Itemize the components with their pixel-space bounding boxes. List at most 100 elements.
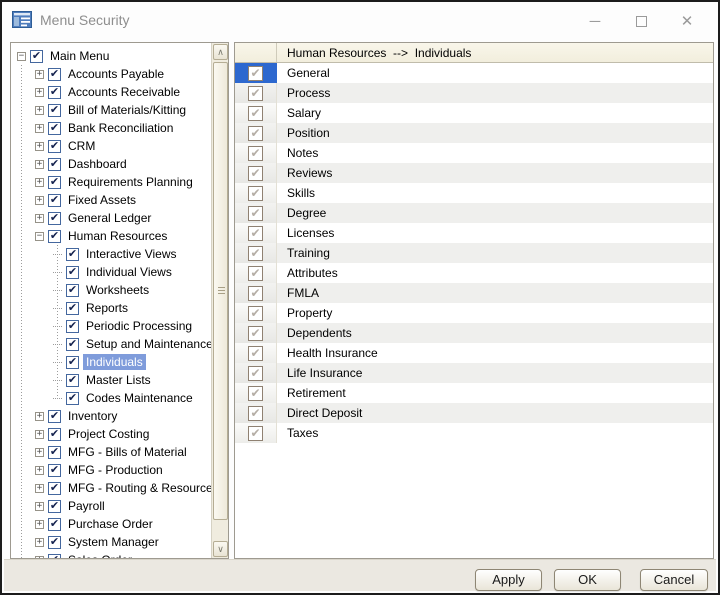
detail-row-licenses[interactable]: ✔Licenses bbox=[235, 223, 713, 243]
detail-checkbox-cell[interactable]: ✔ bbox=[235, 203, 277, 223]
tree-item-mfg-bills-of-material[interactable]: +✔MFG - Bills of Material bbox=[11, 443, 211, 461]
tree-checkbox-mfg-routing-resources[interactable]: ✔ bbox=[48, 482, 61, 495]
tree-label-worksheets[interactable]: Worksheets bbox=[83, 282, 152, 298]
ok-button[interactable]: OK bbox=[554, 569, 621, 591]
tree-item-inventory[interactable]: +✔Inventory bbox=[11, 407, 211, 425]
tree-item-mfg-production[interactable]: + ✔ MFG - Production bbox=[11, 461, 211, 479]
tree-label-system-manager[interactable]: System Manager bbox=[65, 534, 162, 550]
detail-checkbox-dependents[interactable]: ✔ bbox=[248, 326, 263, 341]
tree-checkbox-periodic-processing[interactable]: ✔ bbox=[66, 320, 79, 333]
detail-checkbox-cell[interactable]: ✔ bbox=[235, 183, 277, 203]
detail-checkbox-cell[interactable]: ✔ bbox=[235, 283, 277, 303]
tree-item-sales-order[interactable]: +✔Sales Order bbox=[11, 551, 211, 558]
tree-item-master-lists[interactable]: ✔Master Lists bbox=[11, 371, 211, 389]
tree-label-sales-order[interactable]: Sales Order bbox=[65, 552, 135, 558]
tree-checkbox-payroll[interactable]: ✔ bbox=[48, 500, 61, 513]
tree-item-dashboard[interactable]: +✔Dashboard bbox=[11, 155, 211, 173]
tree-label-payroll[interactable]: Payroll bbox=[65, 498, 108, 514]
tree-label-purchase-order[interactable]: Purchase Order bbox=[65, 516, 156, 532]
tree-item-project-costing[interactable]: + ✔ Project Costing bbox=[11, 425, 211, 443]
tree-item-setup-and-maintenance[interactable]: ✔Setup and Maintenance bbox=[11, 335, 211, 353]
tree-checkbox-crm[interactable]: ✔ bbox=[48, 140, 61, 153]
detail-checkbox-cell[interactable]: ✔ bbox=[235, 103, 277, 123]
tree-checkbox-system-manager[interactable]: ✔ bbox=[48, 536, 61, 549]
expand-icon[interactable]: + bbox=[35, 502, 44, 511]
detail-row-life-insurance[interactable]: ✔Life Insurance bbox=[235, 363, 713, 383]
detail-checkbox-fmla[interactable]: ✔ bbox=[248, 286, 263, 301]
detail-row-general[interactable]: ✔General bbox=[235, 63, 713, 83]
expand-icon[interactable]: + bbox=[35, 124, 44, 133]
tree-item-reports[interactable]: ✔ Reports bbox=[11, 299, 211, 317]
detail-row-training[interactable]: ✔Training bbox=[235, 243, 713, 263]
detail-checkbox-cell[interactable]: ✔ bbox=[235, 83, 277, 103]
tree-item-human-resources[interactable]: −✔Human Resources bbox=[11, 227, 211, 245]
detail-row-retirement[interactable]: ✔Retirement bbox=[235, 383, 713, 403]
detail-checkbox-salary[interactable]: ✔ bbox=[248, 106, 263, 121]
tree-label-human-resources[interactable]: Human Resources bbox=[65, 228, 170, 244]
tree-item-worksheets[interactable]: ✔ Worksheets bbox=[11, 281, 211, 299]
tree-checkbox-fixed-assets[interactable]: ✔ bbox=[48, 194, 61, 207]
detail-row-position[interactable]: ✔Position bbox=[235, 123, 713, 143]
close-button[interactable]: ✕ bbox=[664, 6, 710, 36]
detail-checkbox-cell[interactable]: ✔ bbox=[235, 163, 277, 183]
tree-label-mfg-bills-of-material[interactable]: MFG - Bills of Material bbox=[65, 444, 190, 460]
detail-row-salary[interactable]: ✔Salary bbox=[235, 103, 713, 123]
detail-checkbox-health-insurance[interactable]: ✔ bbox=[248, 346, 263, 361]
detail-checkbox-position[interactable]: ✔ bbox=[248, 126, 263, 141]
tree-checkbox-dashboard[interactable]: ✔ bbox=[48, 158, 61, 171]
tree-label-inventory[interactable]: Inventory bbox=[65, 408, 120, 424]
tree-item-requirements-planning[interactable]: +✔Requirements Planning bbox=[11, 173, 211, 191]
tree-checkbox-human-resources[interactable]: ✔ bbox=[48, 230, 61, 243]
tree-item-individuals[interactable]: ✔Individuals bbox=[11, 353, 211, 371]
tree-item-mfg-routing-resources[interactable]: +✔MFG - Routing & Resources bbox=[11, 479, 211, 497]
expand-icon[interactable]: + bbox=[35, 430, 44, 439]
tree-label-setup-and-maintenance[interactable]: Setup and Maintenance bbox=[83, 336, 211, 352]
detail-checkbox-cell[interactable]: ✔ bbox=[235, 403, 277, 423]
tree-checkbox-codes-maintenance[interactable]: ✔ bbox=[66, 392, 79, 405]
detail-checkbox-cell[interactable]: ✔ bbox=[235, 123, 277, 143]
expand-icon[interactable]: + bbox=[35, 106, 44, 115]
tree-checkbox-mfg-bills-of-material[interactable]: ✔ bbox=[48, 446, 61, 459]
tree-item-bank-reconciliation[interactable]: + ✔ Bank Reconciliation bbox=[11, 119, 211, 137]
tree-label-reports[interactable]: Reports bbox=[83, 300, 131, 316]
tree-checkbox-reports[interactable]: ✔ bbox=[66, 302, 79, 315]
tree-checkbox-project-costing[interactable]: ✔ bbox=[48, 428, 61, 441]
tree-checkbox-sales-order[interactable]: ✔ bbox=[48, 554, 61, 559]
detail-row-health-insurance[interactable]: ✔Health Insurance bbox=[235, 343, 713, 363]
tree-item-crm[interactable]: +✔CRM bbox=[11, 137, 211, 155]
tree-checkbox-bank-reconciliation[interactable]: ✔ bbox=[48, 122, 61, 135]
tree-label-bank-reconciliation[interactable]: Bank Reconciliation bbox=[65, 120, 176, 136]
detail-checkbox-reviews[interactable]: ✔ bbox=[248, 166, 263, 181]
tree-label-project-costing[interactable]: Project Costing bbox=[65, 426, 152, 442]
detail-checkbox-skills[interactable]: ✔ bbox=[248, 186, 263, 201]
expand-icon[interactable]: + bbox=[35, 466, 44, 475]
tree-checkbox-inventory[interactable]: ✔ bbox=[48, 410, 61, 423]
tree-item-purchase-order[interactable]: +✔Purchase Order bbox=[11, 515, 211, 533]
minimize-button[interactable]: ─ bbox=[572, 6, 618, 36]
detail-checkbox-cell[interactable]: ✔ bbox=[235, 63, 277, 83]
tree-label-individual-views[interactable]: Individual Views bbox=[83, 264, 175, 280]
tree-label-general-ledger[interactable]: General Ledger bbox=[65, 210, 154, 226]
detail-row-taxes[interactable]: ✔Taxes bbox=[235, 423, 713, 443]
scrollbar-thumb[interactable] bbox=[213, 62, 228, 520]
detail-checkbox-notes[interactable]: ✔ bbox=[248, 146, 263, 161]
detail-row-attributes[interactable]: ✔Attributes bbox=[235, 263, 713, 283]
tree-checkbox-purchase-order[interactable]: ✔ bbox=[48, 518, 61, 531]
detail-row-dependents[interactable]: ✔Dependents bbox=[235, 323, 713, 343]
tree-label-requirements-planning[interactable]: Requirements Planning bbox=[65, 174, 196, 190]
maximize-button[interactable] bbox=[618, 6, 664, 36]
tree-item-interactive-views[interactable]: ✔Interactive Views bbox=[11, 245, 211, 263]
detail-checkbox-licenses[interactable]: ✔ bbox=[248, 226, 263, 241]
tree-checkbox-worksheets[interactable]: ✔ bbox=[66, 284, 79, 297]
tree-label-mfg-production[interactable]: MFG - Production bbox=[65, 462, 166, 478]
tree-checkbox-mfg-production[interactable]: ✔ bbox=[48, 464, 61, 477]
tree-checkbox-bill-of-materials-kitting[interactable]: ✔ bbox=[48, 104, 61, 117]
tree-label-mfg-routing-resources[interactable]: MFG - Routing & Resources bbox=[65, 480, 211, 496]
tree-checkbox-interactive-views[interactable]: ✔ bbox=[66, 248, 79, 261]
tree-label-dashboard[interactable]: Dashboard bbox=[65, 156, 130, 172]
detail-checkbox-general[interactable]: ✔ bbox=[248, 66, 263, 81]
detail-checkbox-cell[interactable]: ✔ bbox=[235, 303, 277, 323]
expand-icon[interactable]: + bbox=[35, 142, 44, 151]
tree-checkbox-general-ledger[interactable]: ✔ bbox=[48, 212, 61, 225]
expand-icon[interactable]: + bbox=[35, 70, 44, 79]
